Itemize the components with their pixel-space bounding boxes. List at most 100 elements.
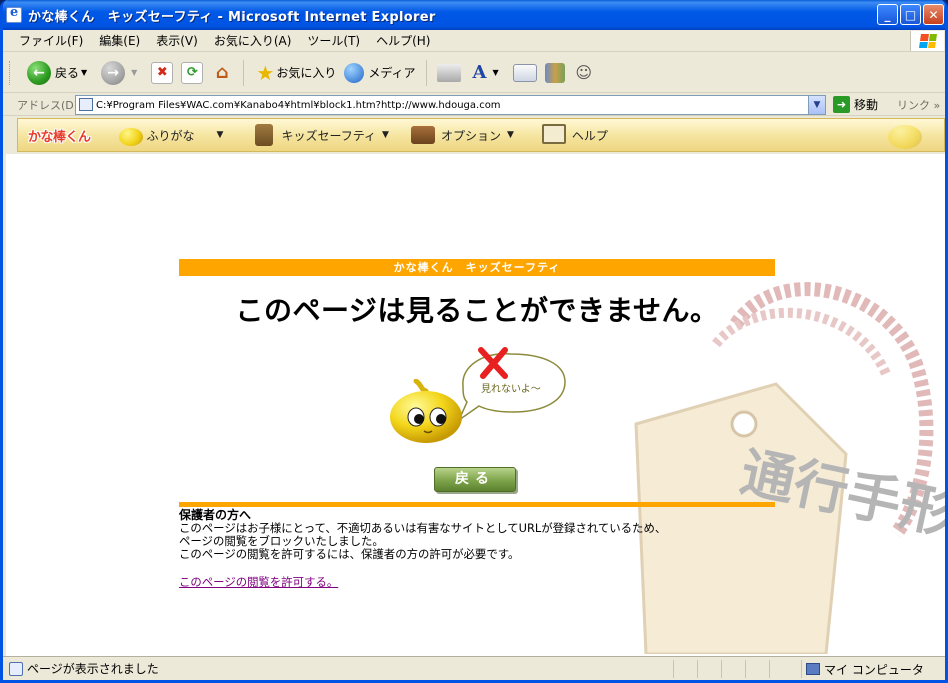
- page-banner: かな棒くん キッズセーフティ: [179, 259, 775, 276]
- book-icon: [541, 124, 568, 146]
- forward-button[interactable]: → ▼: [97, 57, 147, 89]
- research-books-icon: [544, 62, 565, 83]
- refresh-icon: ⟳: [181, 61, 204, 84]
- address-bar: アドレス(D) C:¥Program Files¥WAC.com¥Kanabo4…: [3, 94, 945, 116]
- toolbar-grip[interactable]: [9, 61, 12, 85]
- title-bar[interactable]: かな棒くん キッズセーフティ - Microsoft Internet Expl…: [3, 0, 945, 30]
- chevron-down-icon[interactable]: ▼: [507, 130, 514, 140]
- links-label[interactable]: リンク »: [897, 97, 940, 113]
- menu-tools[interactable]: ツール(T): [299, 32, 368, 49]
- kanabo-logo[interactable]: かな棒くん: [28, 126, 91, 145]
- home-button[interactable]: ⌂: [207, 57, 237, 89]
- kids-safety-button[interactable]: キッズセーフティ ▼: [251, 124, 389, 146]
- page-icon: [79, 98, 93, 111]
- address-url: C:¥Program Files¥WAC.com¥Kanabo4¥html¥bl…: [96, 99, 501, 111]
- messenger-icon: ☺: [575, 63, 593, 82]
- stop-button[interactable]: ✖: [147, 57, 177, 89]
- menu-edit[interactable]: 編集(E): [91, 32, 148, 49]
- allow-page-link[interactable]: このページの閲覧を許可する。: [179, 574, 338, 590]
- home-icon: ⌂: [215, 62, 229, 83]
- page-viewport[interactable]: 通行手形 かな棒くん キッズセーフティ このページは見ることができません。 見れ…: [6, 154, 945, 656]
- messenger-button[interactable]: ☺: [569, 57, 599, 89]
- favorites-label: お気に入り: [276, 66, 337, 80]
- ie-icon: [6, 5, 22, 23]
- address-input[interactable]: C:¥Program Files¥WAC.com¥Kanabo4¥html¥bl…: [75, 95, 826, 115]
- windows-logo-icon: [910, 31, 944, 51]
- guardian-notice: 保護者の方へ このページはお子様にとって、不適切あるいは有害なサイトとしてURL…: [179, 509, 739, 561]
- chevron-down-icon[interactable]: ▼: [217, 130, 224, 140]
- back-button[interactable]: ← 戻る ▼: [23, 57, 97, 89]
- status-panes: [673, 660, 793, 678]
- menu-help[interactable]: ヘルプ(H): [368, 32, 438, 49]
- back-arrow-icon: ←: [27, 60, 51, 85]
- kanabo-mascot-icon: [117, 124, 143, 146]
- speech-bubble: 見れないよ～: [457, 347, 566, 423]
- kanabo-mascot-image: [390, 379, 462, 443]
- forward-arrow-icon: →: [101, 60, 126, 85]
- orange-divider: [179, 502, 775, 507]
- kanabo-toolbar: かな棒くん ふりがな ▼ キッズセーフティ ▼ オプション ▼ ヘルプ: [17, 118, 945, 152]
- zone-label: マイ コンピュータ: [824, 662, 924, 677]
- chevron-down-icon[interactable]: ▼: [131, 68, 137, 77]
- research-button[interactable]: [541, 57, 569, 89]
- font-size-button[interactable]: A ▼: [465, 57, 509, 89]
- maximize-button[interactable]: □: [900, 4, 921, 25]
- stop-icon: ✖: [151, 61, 174, 84]
- status-text: ページが表示されました: [27, 662, 159, 676]
- font-size-icon: A: [472, 62, 487, 83]
- star-icon: ★: [256, 60, 275, 85]
- printer-icon: [436, 63, 461, 82]
- go-button[interactable]: ➜ 移動: [833, 96, 878, 113]
- edit-page-icon: [512, 63, 537, 82]
- tsuko-tegata-tag-image: 通行手形: [634, 282, 945, 654]
- menu-file[interactable]: ファイル(F): [11, 32, 91, 49]
- chevron-down-icon[interactable]: ▼: [808, 96, 825, 114]
- menu-bar: ファイル(F) 編集(E) 表示(V) お気に入り(A) ツール(T) ヘルプ(…: [3, 30, 945, 52]
- browser-window: かな棒くん キッズセーフティ - Microsoft Internet Expl…: [0, 0, 948, 683]
- media-label: メディア: [368, 66, 416, 80]
- status-pane: [769, 660, 793, 678]
- option-label: オプション: [440, 128, 501, 143]
- kanabo-mascot-watermark-icon: [888, 125, 922, 149]
- lock-icon: [251, 124, 277, 146]
- computer-icon: [806, 663, 820, 675]
- minimize-button[interactable]: _: [877, 4, 898, 25]
- chevron-down-icon[interactable]: ▼: [493, 68, 499, 77]
- status-bar: ページが表示されました マイ コンピュータ: [3, 656, 945, 680]
- window-title: かな棒くん キッズセーフティ - Microsoft Internet Expl…: [28, 9, 436, 25]
- print-button[interactable]: [433, 57, 465, 89]
- menu-view[interactable]: 表示(V): [148, 32, 206, 49]
- media-button[interactable]: メディア: [340, 57, 419, 89]
- toolbar-separator: [243, 59, 245, 86]
- go-label: 移動: [854, 98, 879, 112]
- back-page-button[interactable]: 戻る: [434, 467, 516, 492]
- help-button[interactable]: ヘルプ: [541, 124, 608, 146]
- menu-favorites[interactable]: お気に入り(A): [206, 32, 300, 49]
- go-arrow-icon: ➜: [833, 96, 850, 113]
- furigana-label: ふりがな: [146, 128, 195, 143]
- notice-line: このページの閲覧を許可するには、保護者の方の許可が必要です。: [179, 547, 520, 561]
- chevron-down-icon[interactable]: ▼: [81, 68, 87, 77]
- furigana-button[interactable]: ふりがな ▼: [117, 124, 224, 146]
- edit-button[interactable]: [509, 57, 541, 89]
- page-done-icon: [9, 661, 23, 676]
- toolbox-icon: [410, 124, 437, 146]
- bubble-text: 見れないよ～: [481, 383, 541, 395]
- status-pane: [673, 660, 697, 678]
- chevron-down-icon[interactable]: ▼: [382, 130, 389, 140]
- security-zone[interactable]: マイ コンピュータ: [801, 660, 924, 678]
- page-headline: このページは見ることができません。: [235, 294, 719, 327]
- close-button[interactable]: ✕: [923, 4, 944, 25]
- refresh-button[interactable]: ⟳: [177, 57, 207, 89]
- standard-toolbar: ← 戻る ▼ → ▼ ✖ ⟳ ⌂ ★ お気に入り メディア A ▼ ☺: [3, 53, 945, 93]
- option-button[interactable]: オプション ▼: [410, 124, 514, 146]
- window-controls: _ □ ✕: [877, 4, 944, 25]
- status-pane: [697, 660, 721, 678]
- kids-safety-label: キッズセーフティ: [281, 128, 377, 143]
- back-label: 戻る: [55, 66, 80, 80]
- media-globe-icon: [344, 62, 365, 83]
- toolbar-separator: [425, 59, 427, 86]
- address-label: アドレス(D): [17, 98, 79, 112]
- favorites-button[interactable]: ★ お気に入り: [250, 57, 340, 89]
- links-text: リンク: [897, 99, 930, 112]
